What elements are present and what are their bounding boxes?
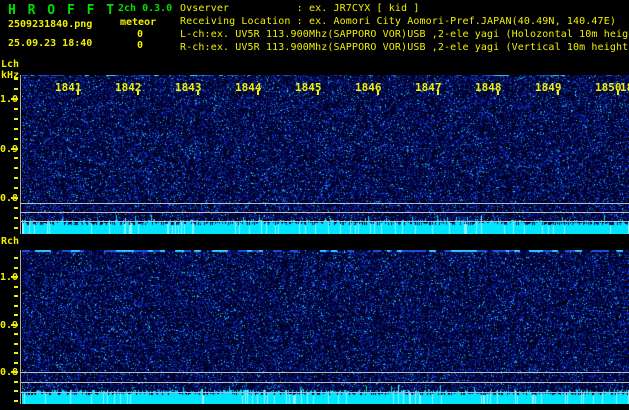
rch-band-marker-line	[20, 392, 629, 393]
freq-minor-tick	[14, 177, 18, 179]
rch-freq-label-0.9: 0.9	[0, 320, 18, 331]
minute-tick	[437, 90, 439, 95]
observer-line: Ovserver : ex. JR7CYX [ kid ]	[180, 3, 419, 14]
output-filename: 2509231840.png	[8, 19, 92, 30]
minute-tick	[197, 90, 199, 95]
freq-minor-tick	[14, 88, 18, 90]
rch-freq-axis-line	[20, 250, 21, 404]
minute-tick	[77, 90, 79, 95]
minute-tick	[617, 90, 619, 95]
lch-channel-label: Lch	[1, 59, 19, 70]
minute-tick	[257, 90, 259, 95]
lch-band-marker-line	[20, 221, 629, 222]
app-title: H R O F F T	[8, 3, 116, 18]
freq-minor-tick	[14, 187, 18, 189]
location-line: Receiving Location : ex. Aomori City Aom…	[180, 16, 616, 27]
freq-minor-tick	[14, 138, 18, 140]
freq-minor-tick	[14, 400, 18, 402]
minute-tick	[317, 90, 319, 95]
minute-tick	[497, 90, 499, 95]
rch-spectrogram	[22, 250, 629, 404]
freq-minor-tick	[14, 286, 18, 288]
app-version: 2ch 0.3.0	[118, 3, 172, 14]
rch-band-marker-line	[20, 382, 629, 383]
observation-datetime: 25.09.23 18:40	[8, 38, 92, 49]
lch-rig-line: L-ch:ex. UV5R 113.900Mhz(SAPPORO VOR)USB…	[180, 29, 629, 40]
minute-tick	[137, 90, 139, 95]
freq-minor-tick	[14, 267, 18, 269]
minute-tick	[557, 90, 559, 95]
minute-tick	[377, 90, 379, 95]
freq-minor-tick	[14, 333, 18, 335]
freq-major-tick	[11, 197, 18, 199]
lch-freq-axis-line	[20, 75, 21, 234]
lch-band-marker-line	[20, 212, 629, 213]
lch-freq-label-0.9: 0.9	[0, 144, 18, 155]
freq-minor-tick	[14, 390, 18, 392]
freq-minor-tick	[14, 381, 18, 383]
freq-major-tick	[11, 276, 18, 278]
time-label-clipped: 18	[620, 81, 629, 94]
freq-minor-tick	[14, 314, 18, 316]
freq-minor-tick	[14, 352, 18, 354]
freq-minor-tick	[14, 167, 18, 169]
rch-band-marker-line	[20, 372, 629, 373]
rch-channel-label: Rch	[1, 236, 19, 247]
meteor-count-lch: 0	[137, 29, 143, 40]
freq-minor-tick	[14, 157, 18, 159]
lch-spectrogram	[22, 75, 629, 234]
freq-minor-tick	[14, 227, 18, 229]
freq-major-tick	[11, 324, 18, 326]
freq-major-tick	[11, 98, 18, 100]
freq-minor-tick	[14, 305, 18, 307]
meteor-count-rch: 0	[137, 40, 143, 51]
freq-minor-tick	[14, 257, 18, 259]
freq-major-tick	[11, 148, 18, 150]
freq-minor-tick	[14, 118, 18, 120]
freq-minor-tick	[14, 128, 18, 130]
freq-minor-tick	[14, 108, 18, 110]
freq-minor-tick	[14, 78, 18, 80]
freq-minor-tick	[14, 343, 18, 345]
freq-minor-tick	[14, 362, 18, 364]
freq-minor-tick	[14, 217, 18, 219]
lch-band-marker-line	[20, 203, 629, 204]
hrofft-output-image: H R O F F T 2ch 0.3.0 2509231840.png met…	[0, 0, 629, 410]
meteor-mode-label: meteor	[120, 17, 156, 28]
freq-major-tick	[11, 371, 18, 373]
freq-minor-tick	[14, 295, 18, 297]
rch-rig-line: R-ch:ex. UV5R 113.900Mhz(SAPPORO VOR)USB…	[180, 42, 629, 53]
freq-minor-tick	[14, 207, 18, 209]
